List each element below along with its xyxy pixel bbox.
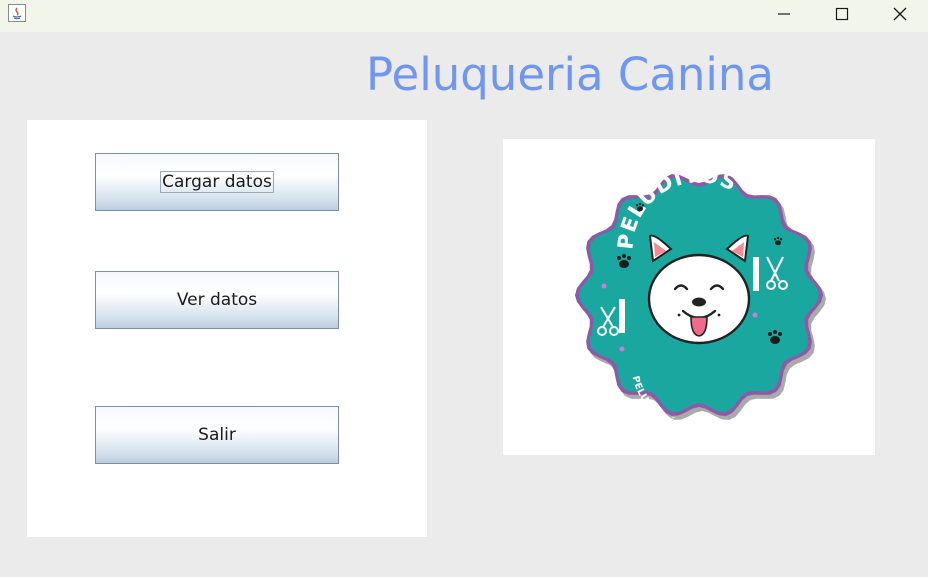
logo-panel: PELUDITOS PELUQUERÍA CANINA <box>503 139 875 455</box>
window-titlebar <box>0 0 928 32</box>
load-data-label: Cargar datos <box>160 171 274 193</box>
maximize-button[interactable] <box>814 0 870 28</box>
peluditos-logo: PELUDITOS PELUQUERÍA CANINA <box>575 163 826 435</box>
java-app-icon <box>8 4 26 22</box>
view-data-button[interactable]: Ver datos <box>95 271 339 329</box>
minimize-icon <box>777 7 791 21</box>
app-title: Peluqueria Canina <box>366 48 775 101</box>
close-icon <box>893 7 907 21</box>
view-data-label: Ver datos <box>176 290 258 310</box>
minimize-button[interactable] <box>756 0 812 28</box>
load-data-button[interactable]: Cargar datos <box>95 153 339 211</box>
exit-label: Salir <box>198 425 236 445</box>
close-button[interactable] <box>872 0 928 28</box>
exit-button[interactable]: Salir <box>95 406 339 464</box>
maximize-icon <box>835 7 849 21</box>
